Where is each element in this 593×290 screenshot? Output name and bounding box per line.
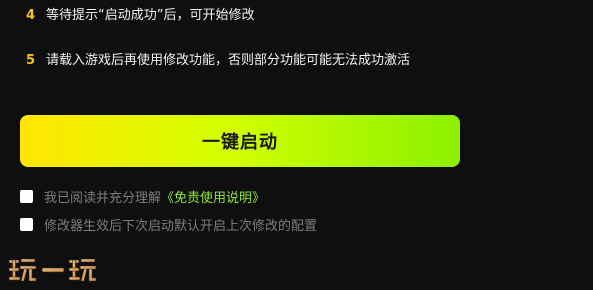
disclaimer-link[interactable]: 《免责使用说明》 — [161, 187, 265, 206]
restore-config-checkbox[interactable] — [20, 218, 33, 231]
watermark-logo-icon — [8, 258, 97, 282]
launcher-panel: 4 等待提示“启动成功”后，可开始修改 5 请载入游戏后再使用修改功能，否则部分… — [0, 0, 593, 290]
step-text: 请载入游戏后再使用修改功能，否则部分功能可能无法成功激活 — [46, 53, 411, 68]
step-item-4: 4 等待提示“启动成功”后，可开始修改 — [26, 7, 254, 25]
disclaimer-agreement-option[interactable]: 我已阅读并充分理解 《免责使用说明》 — [20, 187, 265, 206]
one-click-start-button[interactable]: 一键启动 — [20, 115, 460, 167]
step-text: 等待提示“启动成功”后，可开始修改 — [46, 8, 255, 23]
start-button-label: 一键启动 — [202, 132, 278, 153]
restore-config-option[interactable]: 修改器生效后下次启动默认开启上次修改的配置 — [20, 215, 317, 234]
step-number: 4 — [26, 8, 36, 23]
step-item-5: 5 请载入游戏后再使用修改功能，否则部分功能可能无法成功激活 — [26, 52, 410, 70]
watermark-logo — [8, 254, 104, 284]
restore-config-label: 修改器生效后下次启动默认开启上次修改的配置 — [44, 219, 318, 234]
step-number: 5 — [26, 53, 36, 68]
disclaimer-label: 我已阅读并充分理解 — [44, 191, 162, 206]
disclaimer-checkbox[interactable] — [20, 190, 33, 203]
